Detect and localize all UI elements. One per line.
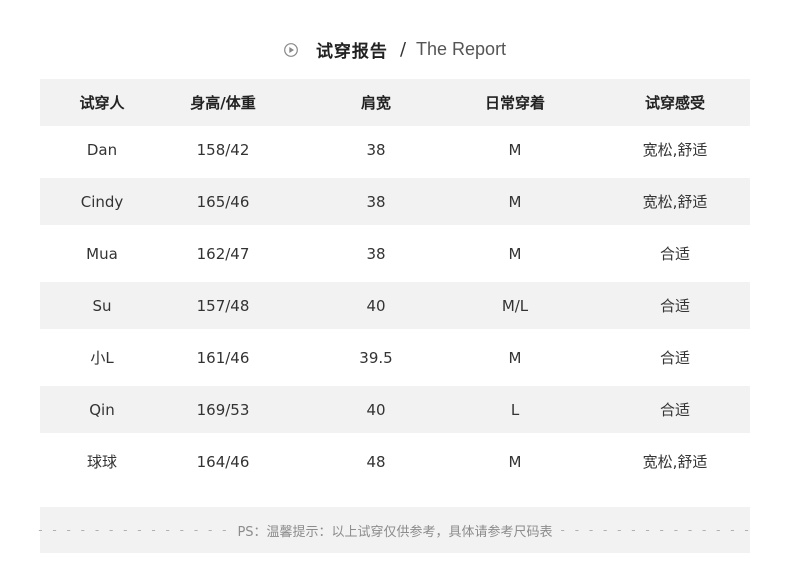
height-weight: 169/53 [196, 400, 250, 419]
header-usual-size: 日常穿着 [484, 94, 545, 112]
shoulder-width: 38 [366, 244, 386, 263]
tester-name: Dan [86, 140, 118, 159]
table-row: 球球 164/46 48 M 宽松,舒适 [40, 438, 750, 490]
height-weight: 161/46 [196, 348, 250, 367]
tester-name: Qin [89, 400, 115, 419]
usual-size: L [510, 400, 520, 419]
shoulder-width: 38 [366, 140, 386, 159]
report-title: 试穿报告 / The Report [0, 34, 790, 64]
fit-feeling: 合适 [659, 401, 690, 419]
table-header-row: 试穿人 身高/体重 肩宽 日常穿着 试穿感受 [40, 79, 750, 126]
table-row: Mua 162/47 38 M 合适 [40, 230, 750, 282]
table-row: Dan 158/42 38 M 宽松,舒适 [40, 126, 750, 178]
usual-size: M/L [501, 296, 529, 315]
height-weight: 162/47 [196, 244, 250, 263]
header-tester: 试穿人 [79, 94, 125, 112]
height-weight: 158/42 [196, 140, 250, 159]
footer-note-bar: - - - - - - - - - - - - - - PS：温馨提示：以上试穿… [38, 507, 752, 553]
usual-size: M [508, 140, 522, 159]
dash-divider-right: - - - - - - - - - - - - - - [560, 523, 752, 537]
table-row: Cindy 165/46 38 M 宽松,舒适 [40, 178, 750, 230]
table-row: 小L 161/46 39.5 M 合适 [40, 334, 750, 386]
height-weight: 157/48 [196, 296, 250, 315]
tester-name: Su [92, 296, 112, 315]
fitting-report-table: 试穿人 身高/体重 肩宽 日常穿着 试穿感受 Dan 158/42 38 M 宽… [40, 79, 750, 490]
fit-feeling: 合适 [659, 245, 690, 263]
footer-note: PS：温馨提示：以上试穿仅供参考，具体请参考尺码表 [237, 524, 553, 540]
tester-name: 球球 [86, 453, 117, 471]
usual-size: M [508, 348, 522, 367]
usual-size: M [508, 192, 522, 211]
shoulder-width: 48 [366, 452, 386, 471]
usual-size: M [508, 452, 522, 471]
fit-feeling: 合适 [659, 349, 690, 367]
fit-feeling: 宽松,舒适 [642, 453, 708, 471]
shoulder-width: 40 [366, 296, 386, 315]
usual-size: M [508, 244, 522, 263]
tester-name: Cindy [80, 192, 124, 211]
shoulder-width: 39.5 [359, 348, 393, 367]
dash-divider-left: - - - - - - - - - - - - - - [38, 523, 230, 537]
fit-feeling: 宽松,舒适 [642, 193, 708, 211]
height-weight: 164/46 [196, 452, 250, 471]
title-english: The Report [416, 38, 507, 59]
header-fit-feeling: 试穿感受 [644, 94, 705, 112]
height-weight: 165/46 [196, 192, 250, 211]
table-row: Su 157/48 40 M/L 合适 [40, 282, 750, 334]
table-row: Qin 169/53 40 L 合适 [40, 386, 750, 438]
title-chinese: 试穿报告 [315, 41, 388, 62]
tester-name: 小L [90, 349, 114, 367]
title-separator: / [399, 38, 407, 60]
shoulder-width: 38 [366, 192, 386, 211]
tester-name: Mua [86, 244, 118, 263]
shoulder-width: 40 [366, 400, 386, 419]
fit-feeling: 合适 [659, 297, 690, 315]
play-circle-icon [284, 43, 298, 57]
header-shoulder-width: 肩宽 [360, 94, 391, 112]
fit-feeling: 宽松,舒适 [642, 141, 708, 159]
header-height-weight: 身高/体重 [190, 94, 256, 112]
